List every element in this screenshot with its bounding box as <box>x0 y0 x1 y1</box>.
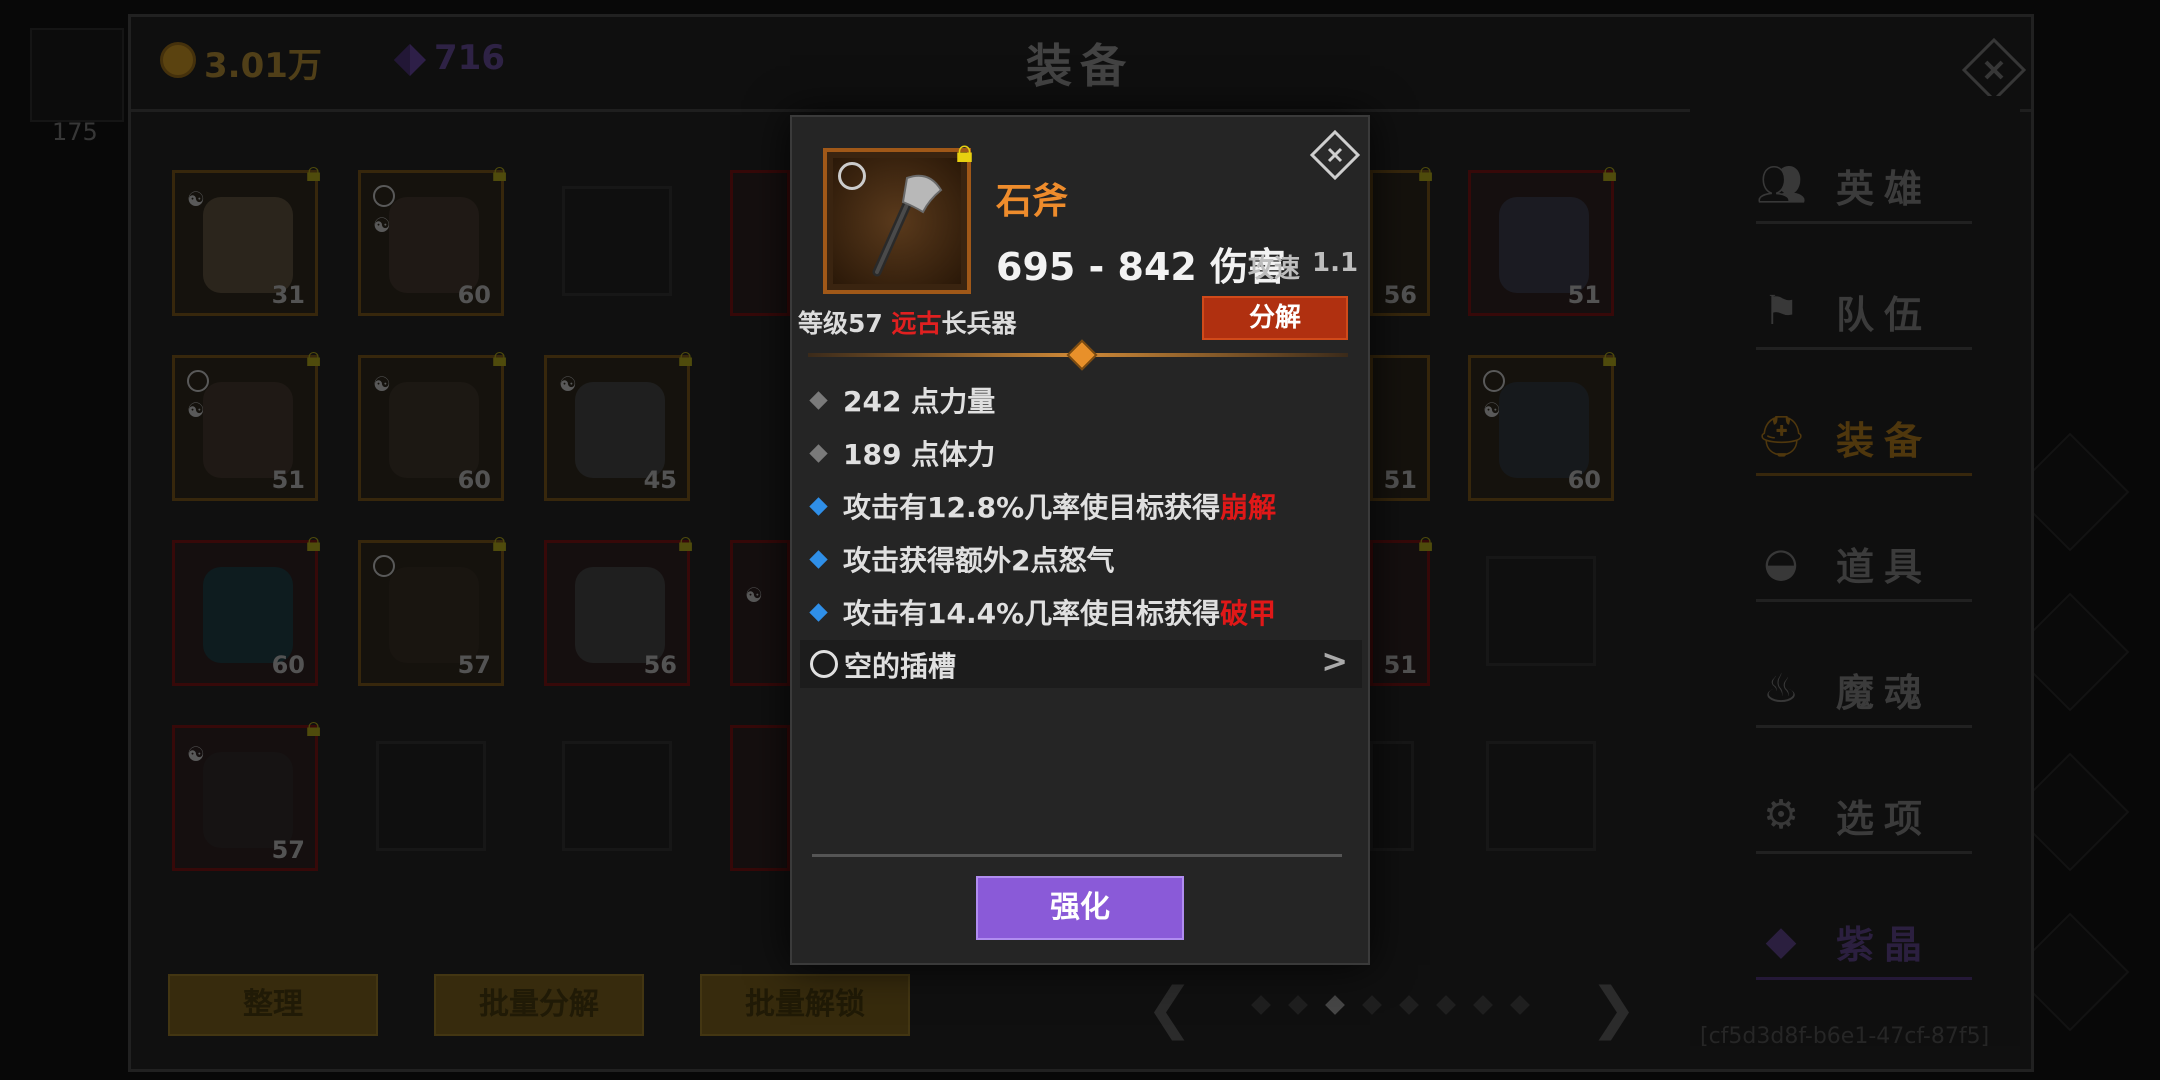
stat-effect: 破甲 <box>1220 597 1277 630</box>
stat-text: 242 点力量 <box>843 385 996 418</box>
affix-bullet-icon <box>809 602 828 622</box>
item-name: 石斧 <box>996 181 1069 222</box>
attack-speed-label: 攻速 <box>1248 254 1301 284</box>
socket-label: 空的插槽 <box>844 650 957 683</box>
item-rarity: 远古 <box>891 309 942 338</box>
stat-row: 攻击有12.8%几率使目标获得崩解 <box>809 486 1277 526</box>
upgrade-button[interactable]: 强化 <box>976 876 1184 940</box>
affix-bullet-icon <box>809 496 828 516</box>
chevron-right-icon: > <box>1321 642 1348 680</box>
stat-row: 攻击获得额外2点怒气 <box>809 539 1115 579</box>
item-meta: 等级57 远古长兵器 <box>798 304 1017 340</box>
base-bullet-icon <box>809 390 828 410</box>
close-modal-button[interactable] <box>1310 130 1360 180</box>
item-damage: 695 - 842 伤害 <box>996 245 1287 289</box>
stat-text: 攻击获得额外2点怒气 <box>843 544 1115 577</box>
stat-row: 242 点力量 <box>809 380 996 420</box>
empty-socket-row[interactable]: 空的插槽 > <box>800 640 1362 688</box>
item-level-text: 等级57 <box>798 309 883 338</box>
affix-bullet-icon <box>809 549 828 569</box>
lock-icon[interactable]: 🔒︎ <box>956 132 973 171</box>
socket-ring-icon <box>838 162 866 190</box>
item-type: 长兵器 <box>941 309 1017 338</box>
stat-row: 攻击有14.4%几率使目标获得破甲 <box>809 592 1277 632</box>
stat-text: 攻击有12.8%几率使目标获得 <box>843 491 1221 524</box>
stat-row: 189 点体力 <box>809 433 996 473</box>
stat-text: 189 点体力 <box>843 438 996 471</box>
attack-speed-value: 1.1 <box>1312 248 1359 278</box>
stat-text: 攻击有14.4%几率使目标获得 <box>843 597 1221 630</box>
socket-ring-icon <box>810 650 838 678</box>
decompose-button[interactable]: 分解 <box>1202 296 1348 340</box>
divider <box>812 854 1342 857</box>
base-bullet-icon <box>809 443 828 463</box>
stat-effect: 崩解 <box>1220 491 1277 524</box>
